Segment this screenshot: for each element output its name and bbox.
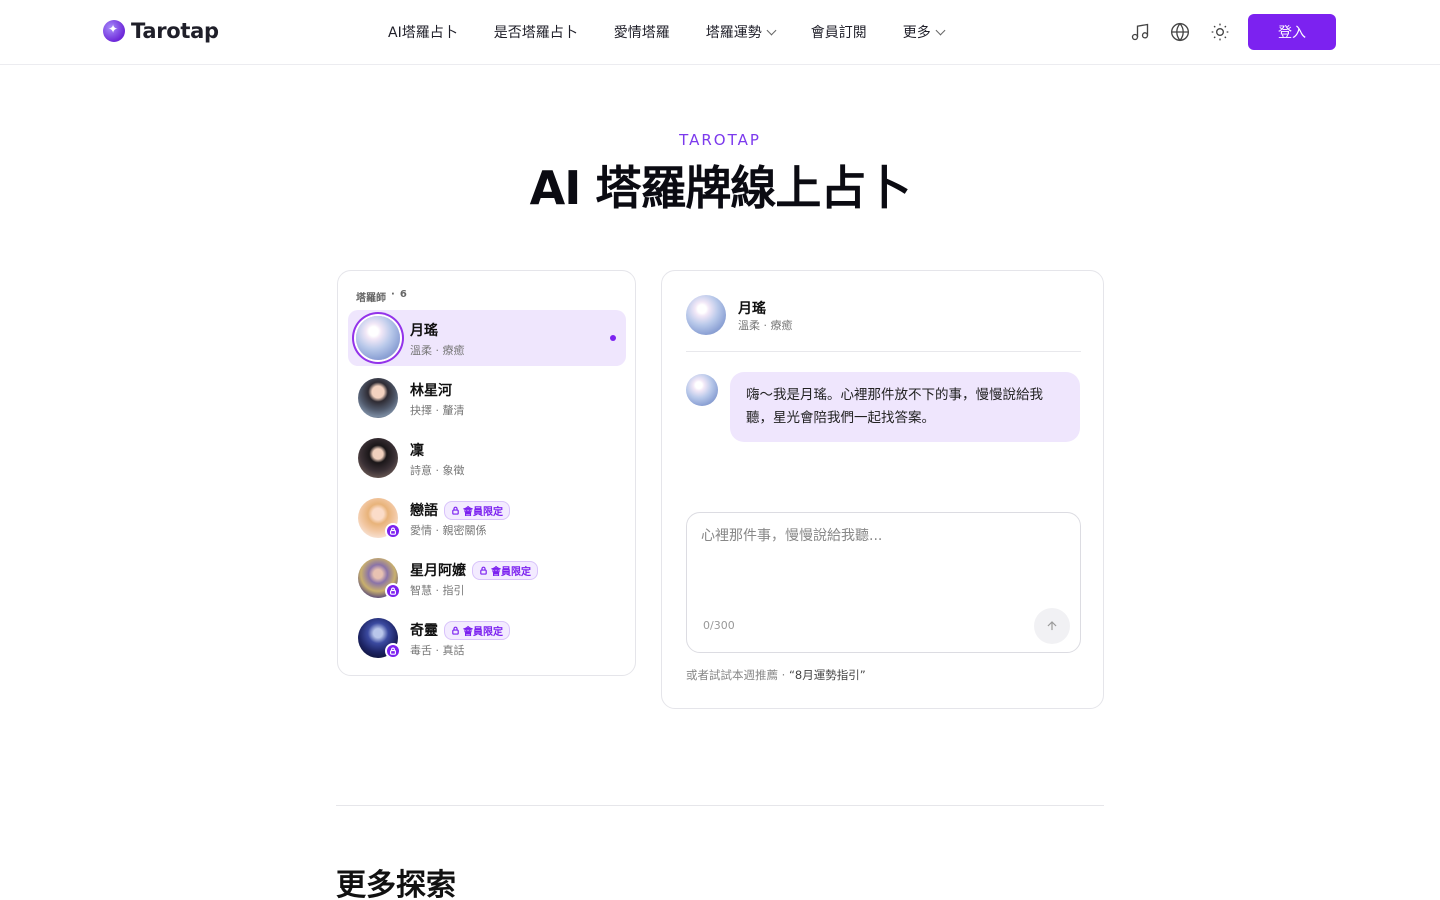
avatar	[356, 316, 400, 360]
reader-name-text: 星月阿嬤	[410, 563, 466, 579]
login-button[interactable]: 登入	[1248, 14, 1336, 50]
suggestion-line: 或者試試本週推薦 · “8月運勢指引”	[686, 667, 866, 683]
site-header: Tarotap AI塔羅占卜 是否塔羅占卜 愛情塔羅 塔羅運勢 會員訂閱 更多 …	[0, 0, 1440, 65]
lock-icon	[385, 583, 401, 599]
reader-name-text: 奇靈	[410, 623, 438, 639]
message-input[interactable]	[701, 525, 1061, 605]
members-only-label: 會員限定	[463, 506, 503, 518]
members-only-label: 會員限定	[491, 566, 531, 578]
avatar	[358, 438, 398, 478]
members-only-badge: 會員限定	[444, 500, 510, 520]
chat-reader-tags: 溫柔 · 療癒	[738, 319, 793, 332]
reader-name-text: 凜	[410, 443, 424, 459]
reader-count: 6	[399, 289, 407, 300]
selected-dot-icon	[610, 335, 616, 341]
chevron-down-icon	[766, 25, 777, 35]
lock-icon	[452, 506, 459, 515]
reader-item-linxinghe[interactable]: 林星河 抉擇 · 釐清	[348, 370, 626, 426]
reader-item-lianyu[interactable]: 戀語 會員限定 愛情 · 親密關係	[348, 490, 626, 546]
reader-name-text: 林星河	[410, 383, 452, 399]
nav-label: 愛情塔羅	[613, 25, 670, 41]
reader-item-qiling[interactable]: 奇靈 會員限定 毒舌 · 真話	[348, 610, 626, 666]
nav-label: 更多	[902, 25, 931, 41]
reader-item-xingyue-ama[interactable]: 星月阿嬤 會員限定 智慧 · 指引	[348, 550, 626, 606]
members-only-label: 會員限定	[463, 626, 503, 638]
reader-name: 奇靈 會員限定	[410, 620, 510, 640]
logo[interactable]: Tarotap	[103, 19, 219, 43]
lock-icon	[385, 523, 401, 539]
nav-item-ai-tarot[interactable]: AI塔羅占卜	[388, 22, 458, 42]
reader-tags: 愛情 · 親密關係	[410, 524, 487, 537]
reader-name-text: 戀語	[410, 503, 438, 519]
avatar	[358, 378, 398, 418]
reader-item-lin[interactable]: 凜 詩意 · 象徵	[348, 430, 626, 486]
avatar	[686, 374, 718, 406]
reader-name: 星月阿嬤 會員限定	[410, 560, 538, 580]
music-note-icon[interactable]	[1128, 20, 1152, 44]
nav-item-love-tarot[interactable]: 愛情塔羅	[614, 22, 670, 42]
reader-item-yueyao[interactable]: 月瑤 溫柔 · 療癒	[348, 310, 626, 366]
section-title: 更多探索	[336, 868, 456, 900]
reader-tags: 毒舌 · 真話	[410, 644, 465, 657]
logo-text: Tarotap	[131, 19, 219, 43]
reader-list-label: 塔羅師	[356, 293, 386, 304]
reader-tags: 溫柔 · 療癒	[410, 344, 465, 357]
message-composer: 0/300	[686, 512, 1081, 653]
nav-item-more[interactable]: 更多	[902, 22, 946, 42]
reader-name: 林星河	[410, 380, 452, 400]
suggestion-prefix: 或者試試本週推薦 ·	[686, 668, 789, 682]
divider	[336, 805, 1104, 806]
reader-name: 凜	[410, 440, 424, 460]
lock-icon	[385, 643, 401, 659]
reader-list-header: 塔羅師 · 6	[356, 289, 407, 304]
reader-name: 月瑤	[410, 320, 438, 340]
suggestion-link[interactable]: “8月運勢指引”	[789, 668, 866, 682]
nav-item-membership[interactable]: 會員訂閱	[811, 22, 867, 42]
nav-label: 是否塔羅占卜	[493, 25, 578, 41]
members-only-badge: 會員限定	[472, 560, 538, 580]
logo-star-icon	[103, 20, 125, 42]
chat-card: 月瑤 溫柔 · 療癒 嗨～我是月瑤。心裡那件放不下的事，慢慢說給我聽，星光會陪我…	[661, 270, 1104, 709]
main-nav: AI塔羅占卜 是否塔羅占卜 愛情塔羅 塔羅運勢 會員訂閱 更多	[388, 22, 980, 42]
nav-label: AI塔羅占卜	[388, 25, 458, 41]
nav-label: 會員訂閱	[810, 25, 867, 41]
members-only-badge: 會員限定	[444, 620, 510, 640]
lock-icon	[480, 566, 487, 575]
nav-label: 塔羅運勢	[705, 25, 762, 41]
chat-reader-name: 月瑤	[738, 301, 766, 317]
avatar	[686, 295, 726, 335]
nav-item-tarot-fortune[interactable]: 塔羅運勢	[705, 22, 777, 42]
send-button[interactable]	[1034, 608, 1070, 644]
reader-tags: 詩意 · 象徵	[410, 464, 465, 477]
sun-icon[interactable]	[1208, 20, 1232, 44]
divider	[686, 351, 1081, 352]
lock-icon	[452, 626, 459, 635]
char-counter: 0/300	[703, 619, 735, 632]
arrow-up-icon	[1047, 621, 1057, 631]
page-title: AI 塔羅牌線上占卜	[529, 161, 912, 215]
hero-eyebrow: TAROTAP	[679, 131, 761, 149]
reader-name: 戀語 會員限定	[410, 500, 510, 520]
reader-list-card: 塔羅師 · 6 月瑤 溫柔 · 療癒 林星河 抉擇 · 釐清 凜 詩意 · 象徵…	[337, 270, 636, 676]
reader-name-text: 月瑤	[410, 323, 438, 339]
reader-tags: 智慧 · 指引	[410, 584, 465, 597]
reader-tags: 抉擇 · 釐清	[410, 404, 465, 417]
chevron-down-icon	[935, 25, 946, 35]
reader-list-separator: ·	[391, 289, 395, 300]
greeting-message: 嗨～我是月瑤。心裡那件放不下的事，慢慢說給我聽，星光會陪我們一起找答案。	[730, 372, 1080, 442]
nav-item-yes-no-tarot[interactable]: 是否塔羅占卜	[494, 22, 578, 42]
globe-icon[interactable]	[1168, 20, 1192, 44]
